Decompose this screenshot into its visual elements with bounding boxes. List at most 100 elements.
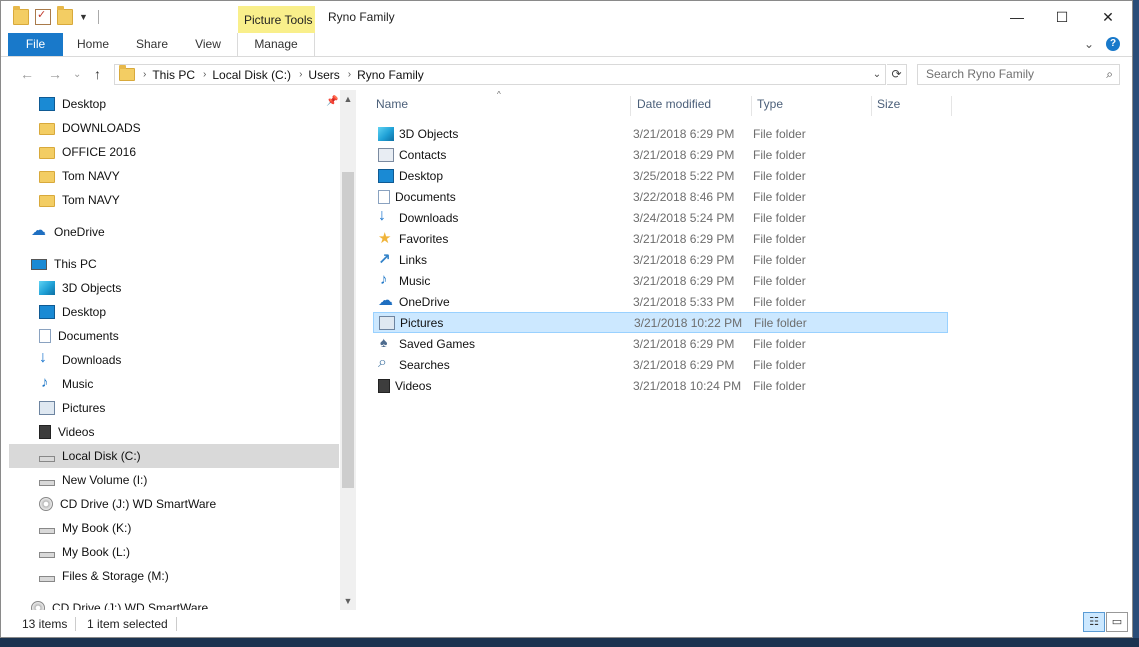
- back-button[interactable]: ←: [20, 66, 34, 82]
- large-icons-view-button[interactable]: ▭: [1106, 612, 1128, 632]
- file-row-saved-games[interactable]: Saved Games 3/21/2018 6:29 PM File folde…: [373, 333, 948, 354]
- file-row-onedrive[interactable]: OneDrive 3/21/2018 5:33 PM File folder: [373, 291, 948, 312]
- customize-toolbar-icon[interactable]: ▼: [79, 12, 88, 22]
- file-row-music[interactable]: Music 3/21/2018 6:29 PM File folder: [373, 270, 948, 291]
- nav-item-downloads-folder[interactable]: DOWNLOADS: [9, 116, 339, 140]
- nav-item-tom-navy-2[interactable]: Tom NAVY: [9, 188, 339, 212]
- file-row-pictures[interactable]: Pictures 3/21/2018 10:22 PM File folder: [373, 312, 948, 333]
- selection-count: 1 item selected: [87, 617, 168, 631]
- nav-item-cd-drive-root[interactable]: CD Drive (J:) WD SmartWare: [9, 596, 339, 610]
- chevron-right-icon[interactable]: ›: [299, 69, 302, 80]
- file-row-3d-objects[interactable]: 3D Objects 3/21/2018 6:29 PM File folder: [373, 123, 948, 144]
- tab-file[interactable]: File: [8, 33, 63, 56]
- favorites-icon: [378, 229, 394, 247]
- search-input[interactable]: Search Ryno Family ⌕: [917, 64, 1120, 85]
- breadcrumb-local-disk[interactable]: Local Disk (C:): [212, 68, 291, 82]
- nav-item-label: Videos: [58, 425, 95, 439]
- nav-item-my-book-k[interactable]: My Book (K:): [9, 516, 339, 540]
- chevron-right-icon[interactable]: ›: [348, 69, 351, 80]
- nav-item-tom-navy[interactable]: Tom NAVY: [9, 164, 339, 188]
- nav-item-pictures[interactable]: Pictures: [9, 396, 339, 420]
- file-row-documents[interactable]: Documents 3/22/2018 8:46 PM File folder: [373, 186, 948, 207]
- nav-item-local-disk[interactable]: Local Disk (C:): [9, 444, 339, 468]
- window-title: Ryno Family: [328, 10, 395, 24]
- file-date: 3/24/2018 5:24 PM: [633, 210, 735, 225]
- chevron-right-icon[interactable]: ›: [143, 69, 146, 80]
- file-type: File folder: [753, 231, 806, 246]
- recent-locations-button[interactable]: ⌄: [73, 69, 81, 80]
- file-type: File folder: [753, 126, 806, 141]
- file-row-desktop[interactable]: Desktop 3/25/2018 5:22 PM File folder: [373, 165, 948, 186]
- nav-item-label: DOWNLOADS: [62, 121, 141, 135]
- nav-item-label: OneDrive: [54, 225, 105, 239]
- expand-ribbon-icon[interactable]: ⌄: [1084, 37, 1094, 51]
- breadcrumb-users[interactable]: Users: [308, 68, 339, 82]
- file-explorer-window: ▼ Picture Tools Ryno Family — ☐ ✕ File H…: [0, 0, 1133, 638]
- nav-item-new-volume[interactable]: New Volume (I:): [9, 468, 339, 492]
- minimize-button[interactable]: —: [994, 1, 1040, 33]
- column-header-name[interactable]: Name: [371, 96, 631, 116]
- file-row-videos[interactable]: Videos 3/21/2018 10:24 PM File folder: [373, 375, 948, 396]
- nav-item-files-storage[interactable]: Files & Storage (M:): [9, 564, 339, 588]
- file-row-downloads[interactable]: Downloads 3/24/2018 5:24 PM File folder: [373, 207, 948, 228]
- file-row-links[interactable]: Links 3/21/2018 6:29 PM File folder: [373, 249, 948, 270]
- tab-manage[interactable]: Manage: [237, 33, 315, 56]
- nav-item-office-2016[interactable]: OFFICE 2016: [9, 140, 339, 164]
- nav-item-videos[interactable]: Videos: [9, 420, 339, 444]
- maximize-button[interactable]: ☐: [1039, 1, 1085, 33]
- forward-button[interactable]: →: [48, 66, 62, 82]
- file-list: ^ Name Date modified Type Size 3D Object…: [357, 90, 1132, 610]
- file-type: File folder: [753, 252, 806, 267]
- documents-icon: [378, 189, 390, 204]
- tab-view[interactable]: View: [183, 33, 233, 56]
- search-icon[interactable]: ⌕: [1106, 65, 1113, 84]
- details-view-button[interactable]: ☷: [1083, 612, 1105, 632]
- folder-icon[interactable]: [13, 6, 29, 25]
- nav-item-documents[interactable]: Documents: [9, 324, 339, 348]
- properties-icon[interactable]: [35, 8, 51, 25]
- nav-item-label: 3D Objects: [62, 281, 122, 295]
- searches-icon: [378, 354, 394, 372]
- nav-item-label: My Book (K:): [62, 521, 132, 535]
- tab-home[interactable]: Home: [68, 33, 118, 56]
- onedrive-icon: [378, 291, 394, 309]
- chevron-right-icon[interactable]: ›: [203, 69, 206, 80]
- new-folder-icon[interactable]: [57, 6, 73, 25]
- nav-item-label: CD Drive (J:) WD SmartWare: [52, 601, 209, 610]
- nav-item-cd-drive[interactable]: CD Drive (J:) WD SmartWare: [9, 492, 339, 516]
- breadcrumb-this-pc[interactable]: This PC: [152, 68, 195, 82]
- scroll-thumb[interactable]: [342, 172, 354, 488]
- file-type: File folder: [753, 378, 806, 393]
- nav-item-downloads[interactable]: Downloads: [9, 348, 339, 372]
- pc-icon: [31, 258, 47, 270]
- address-bar[interactable]: › This PC › Local Disk (C:) › Users › Ry…: [114, 64, 886, 85]
- scroll-up-icon[interactable]: ▲: [340, 94, 356, 104]
- help-icon[interactable]: ?: [1106, 37, 1120, 51]
- up-button[interactable]: ↑: [94, 66, 101, 82]
- nav-item-my-book-l[interactable]: My Book (L:): [9, 540, 339, 564]
- title-bar: ▼ Picture Tools Ryno Family — ☐ ✕: [1, 1, 1132, 33]
- nav-item-desktop-pinned[interactable]: Desktop: [9, 92, 339, 116]
- nav-item-this-pc[interactable]: This PC: [9, 252, 339, 276]
- file-name: Links: [399, 252, 428, 267]
- nav-item-desktop[interactable]: Desktop: [9, 300, 339, 324]
- address-dropdown-icon[interactable]: ⌄: [869, 65, 885, 84]
- column-header-size[interactable]: Size: [872, 96, 952, 116]
- file-date: 3/25/2018 5:22 PM: [633, 168, 735, 183]
- refresh-button[interactable]: ⟳: [887, 64, 907, 85]
- column-header-date-modified[interactable]: Date modified: [632, 96, 752, 116]
- column-header-type[interactable]: Type: [752, 96, 872, 116]
- nav-item-3d-objects[interactable]: 3D Objects: [9, 276, 339, 300]
- breadcrumb-ryno-family[interactable]: Ryno Family: [357, 68, 424, 82]
- close-button[interactable]: ✕: [1085, 1, 1131, 33]
- tab-share[interactable]: Share: [127, 33, 177, 56]
- nav-item-onedrive[interactable]: OneDrive: [9, 220, 339, 244]
- cd-drive-icon: [31, 601, 45, 610]
- file-row-favorites[interactable]: Favorites 3/21/2018 6:29 PM File folder: [373, 228, 948, 249]
- nav-scrollbar[interactable]: ▲ ▼: [340, 90, 356, 610]
- links-icon: [378, 250, 394, 268]
- file-row-contacts[interactable]: Contacts 3/21/2018 6:29 PM File folder: [373, 144, 948, 165]
- file-row-searches[interactable]: Searches 3/21/2018 6:29 PM File folder: [373, 354, 948, 375]
- nav-item-music[interactable]: Music: [9, 372, 339, 396]
- scroll-down-icon[interactable]: ▼: [340, 596, 356, 606]
